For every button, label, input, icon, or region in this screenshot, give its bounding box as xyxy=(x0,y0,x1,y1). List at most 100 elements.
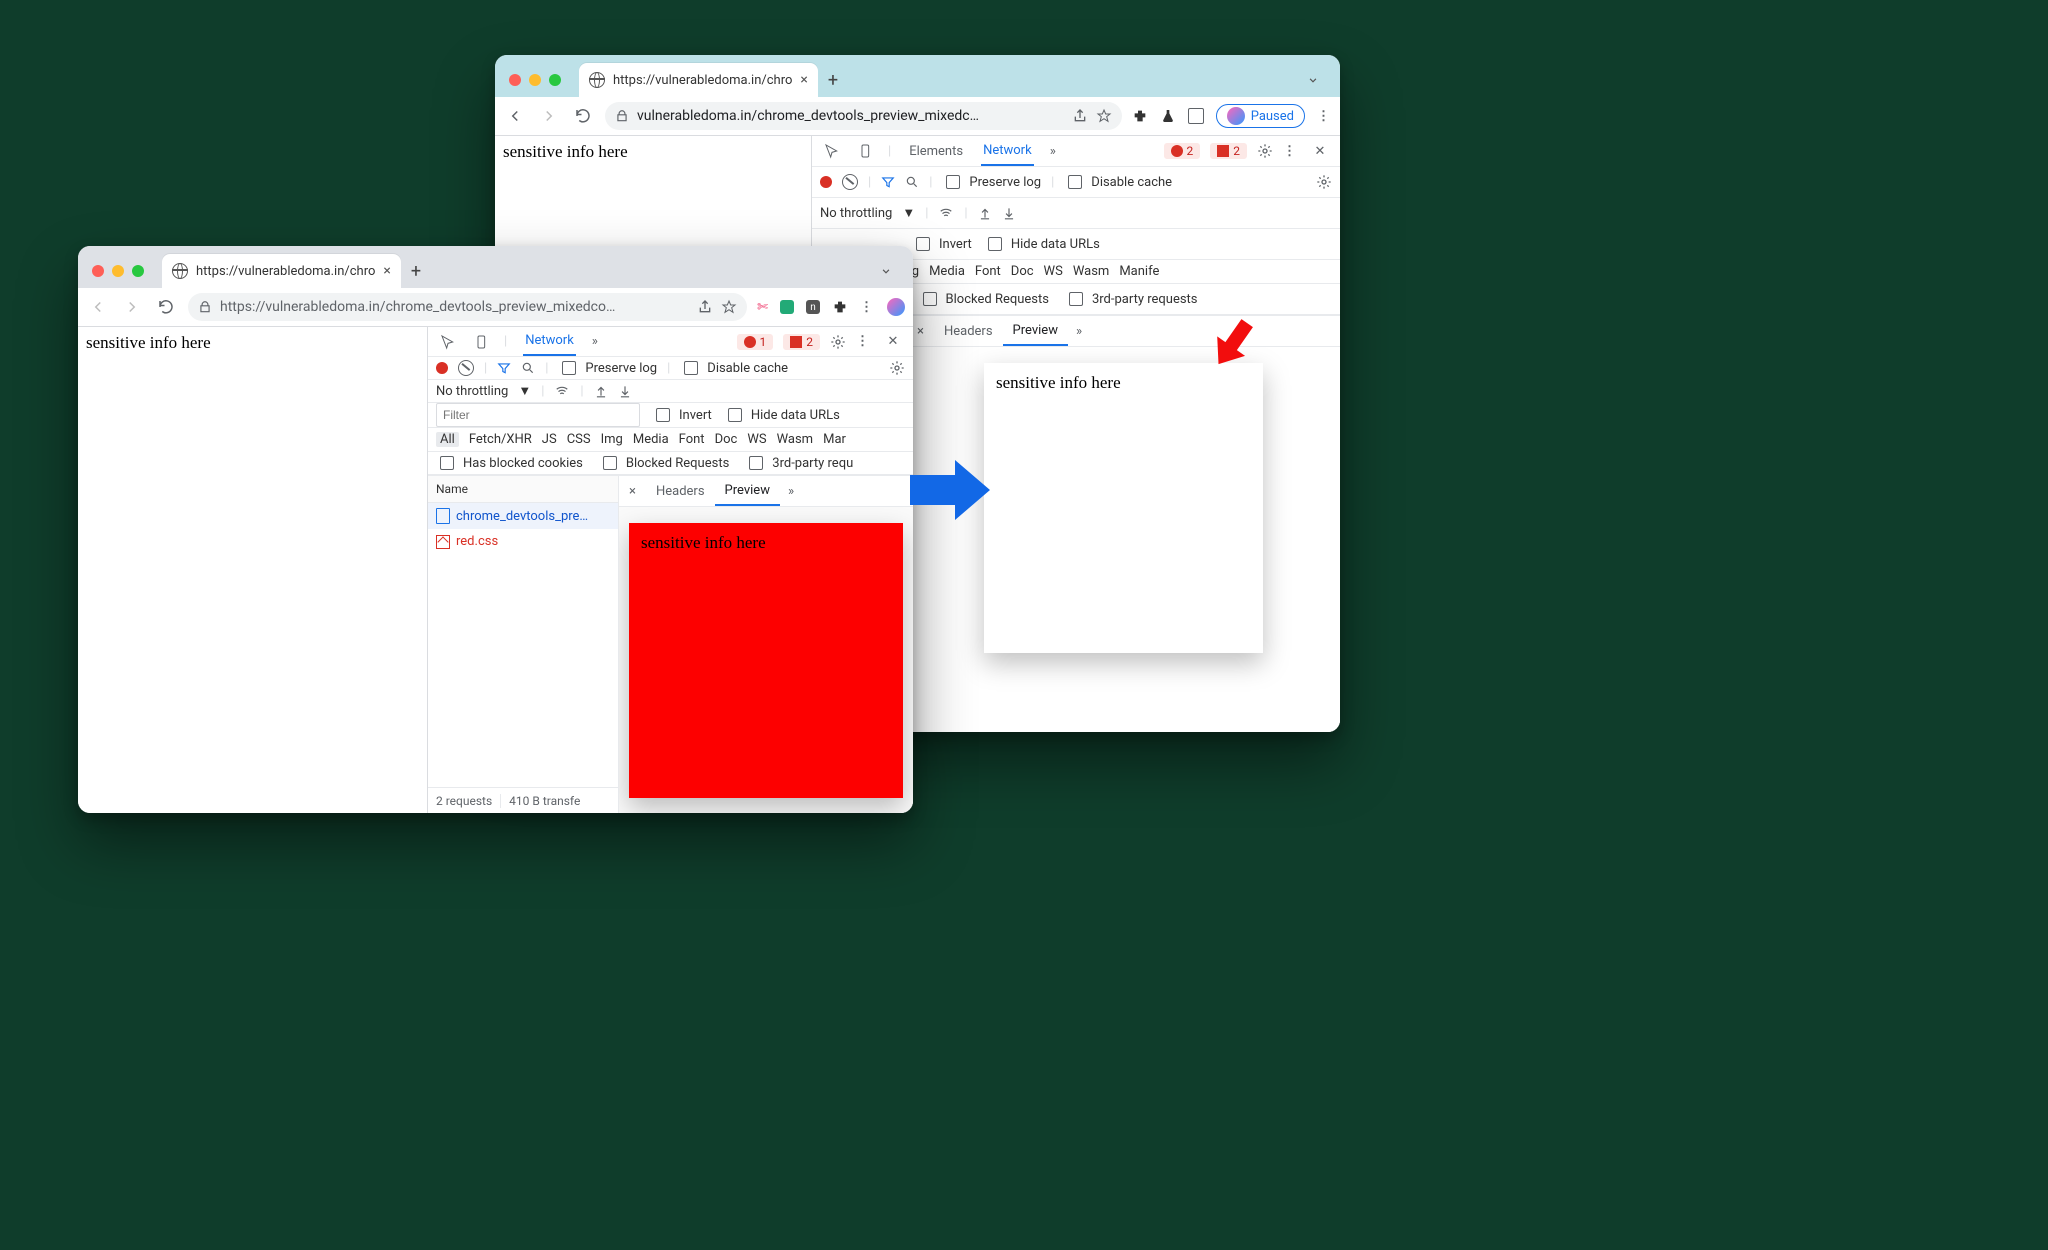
wifi-icon[interactable] xyxy=(938,206,954,220)
devtools-menu-icon[interactable]: ⋮ xyxy=(856,334,871,349)
flask-icon[interactable] xyxy=(1160,108,1176,124)
share-icon[interactable] xyxy=(1072,108,1088,124)
tab-elements[interactable]: Elements xyxy=(907,138,965,165)
hide-data-urls-checkbox[interactable]: Hide data URLs xyxy=(984,234,1100,254)
record-icon[interactable] xyxy=(820,176,832,188)
request-row[interactable]: chrome_devtools_pre… xyxy=(428,503,618,529)
address-bar[interactable]: https://vulnerabledoma.in/chrome_devtool… xyxy=(188,293,747,321)
invert-checkbox[interactable]: Invert xyxy=(912,234,972,254)
reload-button[interactable] xyxy=(154,295,178,319)
chip[interactable]: Fetch/XHR xyxy=(469,432,532,447)
throttling-select[interactable]: No throttling xyxy=(436,384,508,399)
preserve-log-checkbox[interactable]: Preserve log xyxy=(942,172,1041,192)
detail-tab-preview[interactable]: Preview xyxy=(1003,317,1068,346)
detail-tab-preview[interactable]: Preview xyxy=(715,477,780,506)
filter-input[interactable] xyxy=(436,403,640,427)
ext-gray-icon[interactable]: n xyxy=(806,300,820,314)
chip[interactable]: Font xyxy=(679,432,705,447)
close-icon[interactable] xyxy=(92,265,104,277)
chip[interactable]: Mar xyxy=(823,432,846,447)
chip[interactable]: Media xyxy=(929,264,965,279)
chip[interactable]: WS xyxy=(1044,264,1063,279)
chip[interactable]: Font xyxy=(975,264,1001,279)
request-row[interactable]: red.css xyxy=(428,529,618,554)
tabs-more-icon[interactable]: » xyxy=(592,334,598,349)
chip[interactable]: Img xyxy=(601,432,623,447)
thirdparty-checkbox[interactable]: 3rd-party requ xyxy=(745,453,853,473)
settings-icon[interactable] xyxy=(1257,143,1273,159)
tab-network[interactable]: Network xyxy=(981,137,1034,166)
detail-more-icon[interactable]: » xyxy=(780,484,802,499)
error-count-2[interactable]: 2 xyxy=(1210,143,1247,159)
close-icon[interactable] xyxy=(509,74,521,86)
detail-tab-headers[interactable]: Headers xyxy=(934,318,1003,345)
tabs-overflow-icon[interactable] xyxy=(1306,73,1320,87)
device-icon[interactable] xyxy=(854,139,878,163)
minimize-icon[interactable] xyxy=(112,265,124,277)
address-bar[interactable]: vulnerabledoma.in/chrome_devtools_previe… xyxy=(605,102,1122,130)
network-settings-icon[interactable] xyxy=(1316,174,1332,190)
forward-button[interactable] xyxy=(537,104,561,128)
devtools-close-icon[interactable]: ✕ xyxy=(881,330,905,354)
tabs-overflow-icon[interactable] xyxy=(879,264,893,278)
chip[interactable]: CSS xyxy=(567,432,591,447)
zoom-icon[interactable] xyxy=(132,265,144,277)
detail-close-icon[interactable]: × xyxy=(619,484,646,499)
profile-paused-chip[interactable]: Paused xyxy=(1216,104,1305,128)
bookmark-icon[interactable] xyxy=(721,299,737,315)
detail-tab-headers[interactable]: Headers xyxy=(646,478,715,505)
invert-checkbox[interactable]: Invert xyxy=(652,405,712,425)
thirdparty-checkbox[interactable]: 3rd-party requests xyxy=(1065,289,1198,309)
reload-button[interactable] xyxy=(571,104,595,128)
browser-tab[interactable]: https://vulnerabledoma.in/chro × xyxy=(162,254,401,288)
tab-network[interactable]: Network xyxy=(523,327,576,356)
record-icon[interactable] xyxy=(436,362,448,374)
wifi-icon[interactable] xyxy=(554,384,570,398)
browser-tab[interactable]: https://vulnerabledoma.in/chro × xyxy=(579,63,818,97)
back-button[interactable] xyxy=(503,104,527,128)
minimize-icon[interactable] xyxy=(529,74,541,86)
error-count-1[interactable]: 2 xyxy=(1164,143,1201,159)
clear-icon[interactable] xyxy=(458,360,474,376)
inspect-icon[interactable] xyxy=(436,330,460,354)
inspect-icon[interactable] xyxy=(820,139,844,163)
extensions-icon[interactable] xyxy=(1132,108,1148,124)
disable-cache-checkbox[interactable]: Disable cache xyxy=(1064,172,1172,192)
blocked-requests-checkbox[interactable]: Blocked Requests xyxy=(919,289,1049,309)
menu-icon[interactable]: ⋮ xyxy=(1317,109,1332,124)
settings-icon[interactable] xyxy=(830,334,846,350)
new-tab-button[interactable]: + xyxy=(401,261,431,282)
traffic-lights[interactable] xyxy=(92,265,144,277)
chip[interactable]: JS xyxy=(542,432,557,447)
preserve-log-checkbox[interactable]: Preserve log xyxy=(558,358,657,378)
scissors-icon[interactable]: ✄ xyxy=(757,300,768,315)
menu-icon[interactable]: ⋮ xyxy=(860,300,875,315)
filter-icon[interactable] xyxy=(881,175,895,189)
tabs-more-icon[interactable]: » xyxy=(1050,144,1056,159)
blocked-cookies-checkbox[interactable]: Has blocked cookies xyxy=(436,453,583,473)
new-tab-button[interactable]: + xyxy=(818,70,848,91)
disable-cache-checkbox[interactable]: Disable cache xyxy=(680,358,788,378)
devtools-close-icon[interactable]: ✕ xyxy=(1308,139,1332,163)
chip[interactable]: Media xyxy=(633,432,669,447)
clear-icon[interactable] xyxy=(842,174,858,190)
hide-data-urls-checkbox[interactable]: Hide data URLs xyxy=(724,405,840,425)
error-count-2[interactable]: 2 xyxy=(783,334,820,350)
panel-icon[interactable] xyxy=(1188,108,1204,124)
tab-close-icon[interactable]: × xyxy=(800,72,807,88)
filter-icon[interactable] xyxy=(497,361,511,375)
search-icon[interactable] xyxy=(905,175,919,189)
devtools-menu-icon[interactable]: ⋮ xyxy=(1283,144,1298,159)
search-icon[interactable] xyxy=(521,361,535,375)
error-count-1[interactable]: 1 xyxy=(737,334,774,350)
download-icon[interactable] xyxy=(618,384,632,398)
share-icon[interactable] xyxy=(697,299,713,315)
device-icon[interactable] xyxy=(470,330,494,354)
avatar-icon[interactable] xyxy=(887,298,905,316)
bookmark-icon[interactable] xyxy=(1096,108,1112,124)
forward-button[interactable] xyxy=(120,295,144,319)
chip[interactable]: Manife xyxy=(1119,264,1159,279)
chip[interactable]: Wasm xyxy=(777,432,814,447)
throttling-select[interactable]: No throttling xyxy=(820,206,892,221)
zoom-icon[interactable] xyxy=(549,74,561,86)
